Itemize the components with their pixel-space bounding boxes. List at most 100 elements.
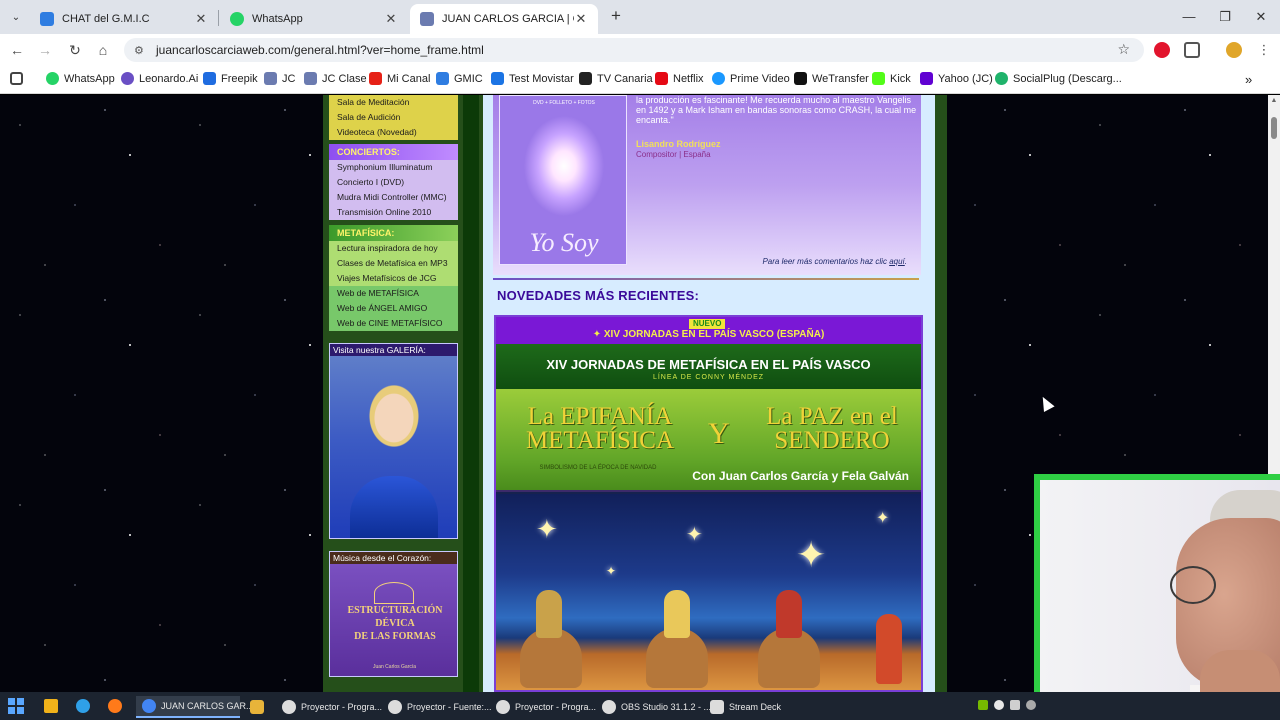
bookmark-label: Test Movistar [509, 72, 574, 85]
apps-grid-icon[interactable] [10, 72, 28, 85]
taskbar-file-explorer[interactable] [244, 696, 272, 718]
settings-tray-icon[interactable] [1026, 700, 1036, 710]
home-button[interactable]: ⌂ [92, 39, 114, 61]
new-badge: NUEVO [689, 319, 726, 329]
title-epifania: La EPIFANÍA METAFÍSICA [525, 403, 674, 454]
close-icon[interactable]: ✕ [194, 11, 208, 27]
sidebar-item-symphonium[interactable]: Symphonium Illuminatum [329, 160, 458, 175]
tab-chat-gmic[interactable]: CHAT del G.M.I.C ✕ [30, 4, 218, 34]
bookmark-gmic[interactable]: GMIC [436, 72, 483, 85]
bookmark-socialplug[interactable]: SocialPlug (Descarg... [995, 72, 1122, 85]
sidebar-item-viajes[interactable]: Viajes Metafísicos de JCG [329, 271, 458, 286]
bookmark-kick[interactable]: Kick [872, 72, 911, 85]
book-title-line: ESTRUCTURACIÓN [347, 605, 443, 616]
bookmark-star-icon[interactable]: ☆ [1117, 41, 1130, 58]
sidebar-item-mudra-midi[interactable]: Mudra Midi Controller (MMC) [329, 190, 458, 205]
opera-extension-icon[interactable] [1154, 42, 1170, 58]
bookmarks-overflow-button[interactable]: » [1245, 72, 1252, 87]
taskbar-obs-studio[interactable]: OBS Studio 31.1.2 - ... [596, 696, 711, 718]
firefox-icon[interactable] [108, 699, 122, 713]
king-figure [664, 590, 690, 638]
sidebar-item-concierto-dvd[interactable]: Concierto I (DVD) [329, 175, 458, 190]
tab-strip: ⌄ CHAT del G.M.I.C ✕ WhatsApp ✕ JUAN CAR… [0, 0, 1280, 34]
profile-avatar[interactable] [1226, 42, 1242, 58]
close-window-button[interactable]: ✕ [1244, 6, 1278, 28]
scrollbar-thumb[interactable] [1271, 117, 1277, 139]
address-bar[interactable]: ⚙ juancarloscarciaweb.com/general.html?v… [124, 38, 1144, 62]
sidebar-item-web-angel-amigo[interactable]: Web de ÁNGEL AMIGO [329, 301, 458, 316]
three-kings-illustration: ✦ ✦ ✦ ✦ ✦ [496, 494, 921, 690]
restore-button[interactable]: ❐ [1208, 6, 1242, 28]
bookmark-freepik[interactable]: Freepik [203, 72, 258, 85]
forward-button[interactable]: → [34, 39, 56, 61]
nvidia-tray-icon[interactable] [978, 700, 988, 710]
sidebar-item-sala-meditacion[interactable]: Sala de Meditación [329, 95, 458, 110]
taskbar-proyector-2[interactable]: Proyector - Fuente:... [382, 696, 492, 718]
yahoo-icon [920, 72, 933, 85]
yo-soy-cd-cover[interactable]: DVD + FOLLETO + FOTOS Yo Soy [499, 95, 627, 265]
webcam-feed [1040, 480, 1280, 720]
taskbar-proyector-3[interactable]: Proyector - Progra... [490, 696, 596, 718]
tab-whatsapp[interactable]: WhatsApp ✕ [220, 4, 408, 34]
more-menu-icon[interactable]: ⋮ [1256, 42, 1272, 58]
taskbar-label: OBS Studio 31.1.2 - ... [621, 702, 712, 712]
book-title: ESTRUCTURACIÓN DÉVICA DE LAS FORMAS [340, 604, 450, 643]
reload-button[interactable]: ↻ [64, 39, 86, 61]
sidebar-item-sala-audicion[interactable]: Sala de Audición [329, 110, 458, 125]
tray-app-icon[interactable] [994, 700, 1004, 710]
star-icon: ✦ [876, 510, 890, 527]
event-banner[interactable]: NUEVO ✦ XIV JORNADAS EN EL PAÍS VASCO (E… [494, 315, 923, 692]
start-menu-icon[interactable] [8, 698, 24, 714]
tab-juan-carlos-garcia[interactable]: JUAN CARLOS GARCIA | Compo ✕ [410, 4, 598, 34]
scroll-up-arrow-icon[interactable]: ▲ [1270, 97, 1278, 104]
bookmark-jc[interactable]: JC [264, 72, 295, 85]
taskbar-chrome[interactable]: JUAN CARLOS GAR... [136, 696, 254, 718]
bookmark-wetransfer[interactable]: WeTransfer [794, 72, 869, 85]
gallery-title: Visita nuestra GALERÍA: [333, 345, 426, 355]
sidebar-heading-conciertos: CONCIERTOS: [329, 144, 458, 160]
extensions-icon[interactable] [1184, 42, 1200, 58]
king-figure [876, 614, 902, 684]
tab-search-icon[interactable]: ⌄ [6, 7, 26, 27]
divider-strip [463, 95, 479, 692]
minimize-button[interactable]: — [1172, 6, 1206, 28]
file-explorer-pinned-icon[interactable] [44, 699, 58, 713]
sidebar-heading-metafisica: METAFÍSICA: [329, 225, 458, 241]
bookmark-yahoo[interactable]: Yahoo (JC) [920, 72, 993, 85]
microphone-icon[interactable] [1010, 700, 1020, 710]
back-button[interactable]: ← [6, 39, 28, 61]
bookmark-whatsapp[interactable]: WhatsApp [46, 72, 115, 85]
edge-icon[interactable] [76, 699, 90, 713]
bookmark-jc-clase[interactable]: JC Clase [304, 72, 367, 85]
bookmark-mi-canal[interactable]: Mi Canal [369, 72, 430, 85]
taskbar-stream-deck[interactable]: Stream Deck [704, 696, 788, 718]
sidebar-item-lectura[interactable]: Lectura inspiradora de hoy [329, 241, 458, 256]
sidebar-item-videoteca[interactable]: Videoteca (Novedad) [329, 125, 458, 140]
music-box[interactable]: Música desde el Corazón: ESTRUCTURACIÓN … [329, 551, 458, 677]
folder-icon [250, 700, 264, 714]
bookmark-netflix[interactable]: Netflix [655, 72, 704, 85]
sidebar-item-web-cine[interactable]: Web de CINE METAFÍSICO [329, 316, 458, 331]
bookmark-prime-video[interactable]: Prime Video [712, 72, 790, 85]
stream-deck-icon [710, 700, 724, 714]
sidebar-item-transmision[interactable]: Transmisión Online 2010 [329, 205, 458, 220]
book-cover-image[interactable]: ESTRUCTURACIÓN DÉVICA DE LAS FORMAS Juan… [330, 564, 457, 676]
wetransfer-icon [794, 72, 807, 85]
site-info-icon[interactable]: ⚙ [134, 44, 148, 57]
bookmark-test-movistar[interactable]: Test Movistar [491, 72, 574, 85]
bookmark-tv-canaria[interactable]: TV Canaria [579, 72, 653, 85]
title-paz-sendero: La PAZ en el SENDERO [766, 403, 898, 454]
taskbar-proyector-1[interactable]: Proyector - Progra... [276, 696, 382, 718]
more-comments-link[interactable]: aquí [889, 257, 905, 266]
close-icon[interactable]: ✕ [384, 11, 398, 27]
music-title: Música desde el Corazón: [333, 553, 432, 563]
gallery-box[interactable]: Visita nuestra GALERÍA: [329, 343, 458, 539]
sidebar-item-clases-mp3[interactable]: Clases de Metafísica en MP3 [329, 256, 458, 271]
youtube-icon [369, 72, 382, 85]
angel-portrait-image[interactable] [330, 356, 457, 538]
bookmark-leonardo[interactable]: Leonardo.Ai [121, 72, 198, 85]
new-tab-button[interactable]: + [606, 7, 626, 27]
movistar-icon [491, 72, 504, 85]
close-icon[interactable]: ✕ [574, 11, 588, 27]
sidebar-item-web-metafisica[interactable]: Web de METAFÍSICA [329, 286, 458, 301]
